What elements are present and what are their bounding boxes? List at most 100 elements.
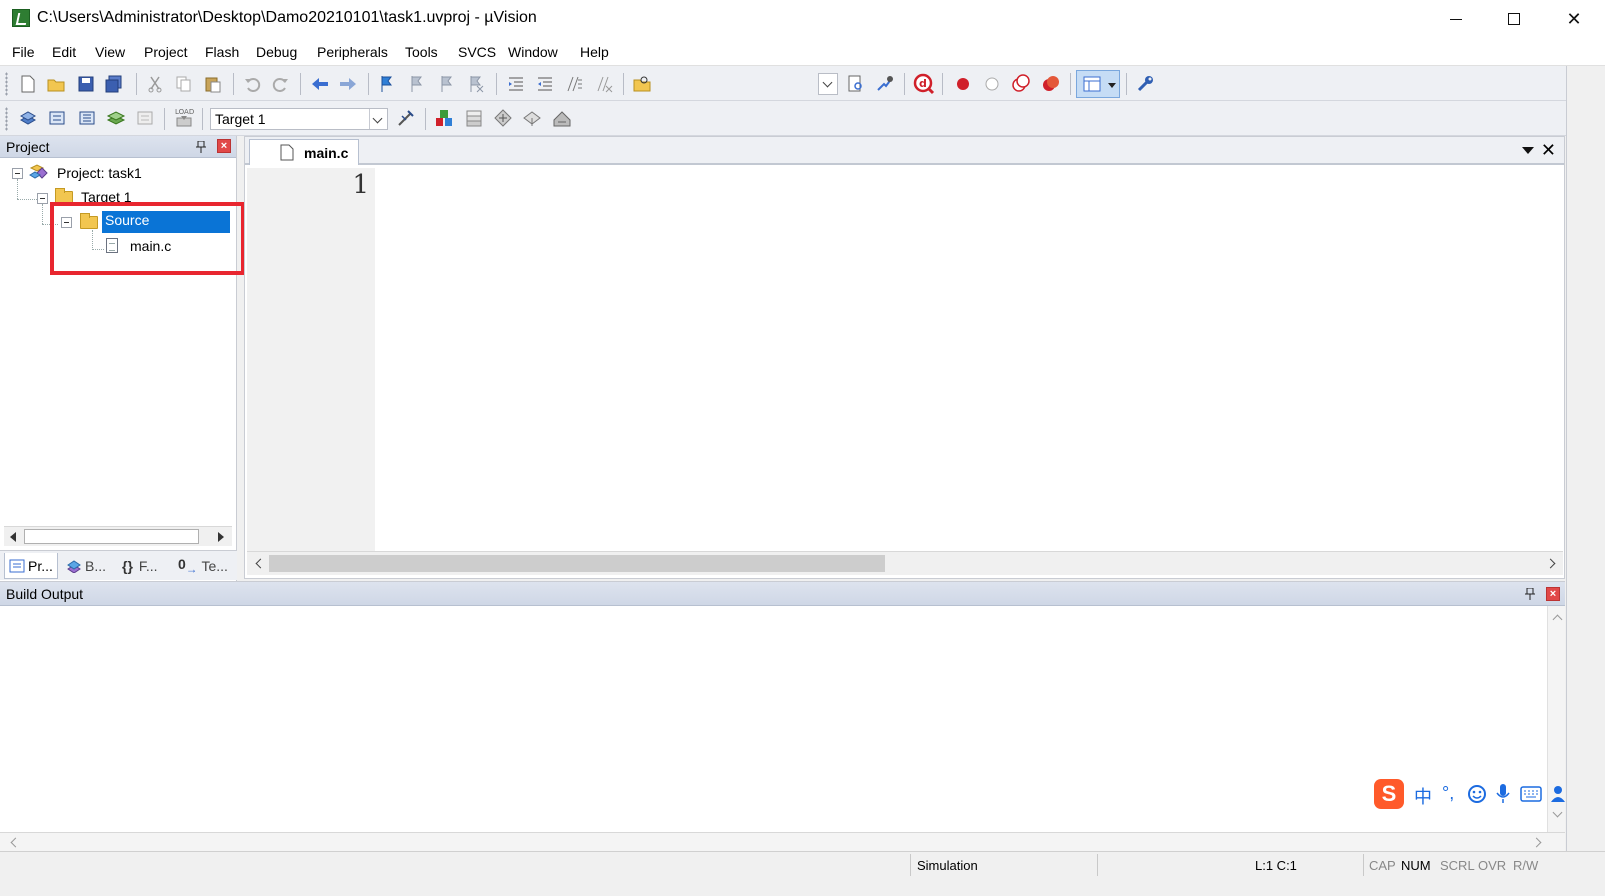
pack-installer-icon[interactable] [493, 108, 513, 128]
braces-icon: {} [122, 558, 133, 574]
code-area[interactable] [377, 168, 1563, 551]
incremental-find-icon[interactable] [846, 74, 866, 94]
menu-flash[interactable]: Flash [205, 44, 239, 60]
next-bookmark-icon[interactable] [437, 74, 457, 94]
browse-symbols-icon[interactable] [875, 74, 895, 94]
menu-project[interactable]: Project [144, 44, 188, 60]
microphone-icon[interactable] [1495, 783, 1511, 805]
toolbar-grip[interactable] [5, 72, 8, 96]
close-project-panel-button[interactable]: × [217, 139, 231, 153]
build-output-horizontal-scrollbar[interactable] [0, 832, 1565, 852]
navigate-back-icon[interactable] [310, 74, 330, 94]
disable-all-breakpoints-icon[interactable] [1011, 74, 1031, 94]
tab-books[interactable]: B... [62, 553, 114, 579]
pin-icon[interactable] [196, 141, 206, 153]
menu-window[interactable]: Window [508, 44, 558, 60]
batch-build-icon[interactable] [106, 108, 126, 128]
scroll-thumb[interactable] [24, 529, 199, 544]
close-build-output-button[interactable]: × [1546, 587, 1560, 601]
find-in-files-icon[interactable] [632, 74, 652, 94]
scroll-left-icon[interactable] [10, 532, 16, 542]
close-tab-button[interactable]: ✕ [1541, 141, 1556, 159]
tab-templates[interactable]: 0→ Te... [174, 553, 232, 579]
select-packs-icon[interactable] [464, 108, 484, 128]
tab-project[interactable]: Pr... [4, 553, 58, 579]
open-folder-icon[interactable] [46, 74, 66, 94]
sogou-logo-icon[interactable]: S [1374, 779, 1404, 809]
target-options-icon[interactable] [396, 108, 416, 128]
clear-bookmarks-icon[interactable] [466, 74, 486, 94]
insert-breakpoint-icon[interactable] [953, 74, 973, 94]
build-icon[interactable] [47, 108, 67, 128]
tab-main-c[interactable]: main.c [249, 139, 359, 165]
paste-icon[interactable] [203, 74, 223, 94]
maximize-button[interactable] [1485, 0, 1543, 38]
manage-run-time-icon[interactable] [522, 108, 542, 128]
menu-debug[interactable]: Debug [256, 44, 297, 60]
undo-icon[interactable] [242, 74, 262, 94]
comment-icon[interactable] [564, 74, 584, 94]
ime-chinese-mode[interactable]: 中 [1414, 783, 1432, 809]
configure-wrench-icon[interactable] [1135, 74, 1155, 94]
start-debug-session-icon[interactable]: d [913, 73, 935, 95]
project-horizontal-scrollbar[interactable] [4, 526, 232, 546]
download-load-icon[interactable]: LOAD [173, 106, 195, 130]
copy-icon[interactable] [174, 74, 194, 94]
find-dropdown[interactable] [818, 73, 838, 95]
save-all-icon[interactable] [104, 74, 124, 94]
keyboard-icon[interactable] [1520, 786, 1542, 802]
menu-file[interactable]: File [12, 44, 35, 60]
save-icon[interactable] [76, 74, 96, 94]
component-icon[interactable] [552, 108, 572, 128]
scroll-left-icon[interactable] [10, 837, 21, 848]
window-layout-icon [1083, 76, 1101, 92]
uncomment-icon[interactable] [594, 74, 614, 94]
insert-bookmark-icon[interactable] [377, 74, 397, 94]
menu-peripherals[interactable]: Peripherals [317, 44, 388, 60]
minimize-button[interactable] [1427, 0, 1485, 38]
cut-icon[interactable] [145, 74, 165, 94]
project-expander[interactable] [12, 168, 23, 179]
emoji-icon[interactable] [1467, 784, 1487, 804]
manage-project-items-icon[interactable] [434, 108, 454, 128]
ime-punctuation[interactable]: °, [1442, 783, 1454, 804]
target-select[interactable]: Target 1 [210, 108, 388, 130]
stop-build-icon[interactable] [135, 108, 155, 128]
editor-horizontal-scrollbar[interactable] [247, 551, 1563, 575]
menu-help[interactable]: Help [580, 44, 609, 60]
tab-list-dropdown-icon[interactable] [1522, 147, 1534, 154]
kill-all-breakpoints-icon[interactable] [1041, 74, 1061, 94]
build-output-text-area[interactable] [0, 606, 1547, 832]
build-output-panel: Build Output × [0, 581, 1565, 852]
project-node-label[interactable]: Project: task1 [57, 165, 142, 181]
menu-edit[interactable]: Edit [52, 44, 76, 60]
menu-view[interactable]: View [95, 44, 125, 60]
books-tab-icon [67, 560, 81, 573]
scroll-up-icon[interactable] [1552, 614, 1563, 625]
enable-breakpoint-icon[interactable] [982, 74, 1002, 94]
scroll-right-icon[interactable] [1531, 837, 1542, 848]
navigate-forward-icon[interactable] [338, 74, 358, 94]
menu-svcs[interactable]: SVCS [458, 44, 496, 60]
target-expander[interactable] [37, 193, 48, 204]
window-layout-button[interactable] [1076, 70, 1120, 98]
scroll-right-icon[interactable] [218, 532, 224, 542]
build-toolbar: LOAD Target 1 [0, 101, 1605, 136]
toolbar-grip[interactable] [5, 107, 8, 131]
scroll-left-icon[interactable] [255, 558, 266, 569]
previous-bookmark-icon[interactable] [407, 74, 427, 94]
indent-icon[interactable] [506, 74, 526, 94]
status-cursor-position: L:1 C:1 [1255, 858, 1297, 873]
translate-icon[interactable] [18, 108, 38, 128]
window-title: C:\Users\Administrator\Desktop\Damo20210… [37, 9, 537, 26]
menu-tools[interactable]: Tools [405, 44, 438, 60]
rebuild-icon[interactable] [77, 108, 97, 128]
unindent-icon[interactable] [535, 74, 555, 94]
tab-functions[interactable]: {} F... [118, 553, 170, 579]
close-window-button[interactable]: ✕ [1545, 0, 1603, 38]
scroll-right-icon[interactable] [1545, 558, 1556, 569]
redo-icon[interactable] [271, 74, 291, 94]
scroll-thumb[interactable] [269, 555, 885, 572]
pin-icon[interactable] [1525, 588, 1535, 600]
new-file-icon[interactable] [18, 74, 38, 94]
